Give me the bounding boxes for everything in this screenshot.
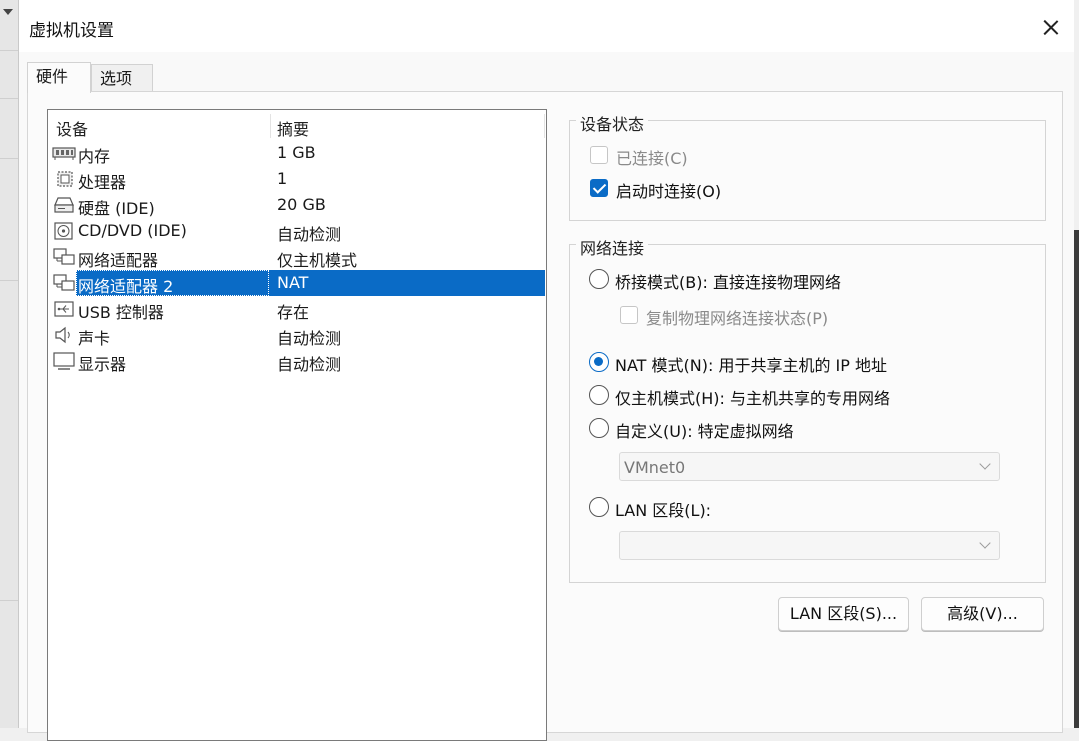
device-row-usb-controller[interactable]: USB 控制器 存在 [48, 296, 544, 322]
device-name: 网络适配器 [78, 251, 159, 270]
bridged-label: 桥接模式(B): 直接连接物理网络 [615, 273, 841, 292]
device-name: 处理器 [78, 173, 127, 192]
custom-radio[interactable] [589, 418, 609, 438]
column-header-device[interactable]: 设备 [56, 116, 88, 140]
custom-network-select[interactable]: VMnet0 [619, 452, 1000, 481]
divider [0, 98, 18, 99]
host-only-label: 仅主机模式(H): 与主机共享的专用网络 [615, 389, 890, 408]
device-summary: 自动检测 [277, 355, 342, 374]
memory-icon [52, 147, 76, 160]
host-only-radio[interactable] [589, 385, 609, 405]
lan-segment-select[interactable] [619, 531, 1000, 560]
advanced-button[interactable]: 高级(V)... [921, 597, 1044, 631]
custom-network-value: VMnet0 [624, 458, 686, 477]
divider [0, 50, 18, 51]
chevron-down-icon [979, 458, 991, 470]
vm-settings-dialog: 虚拟机设置 硬件 选项 设备 摘要 内存 1 GB 处理器 1 硬盘 (IDE)… [18, 0, 1074, 741]
device-name: 显示器 [78, 355, 127, 374]
cd-dvd-icon [54, 222, 73, 240]
lan-segments-button[interactable]: LAN 区段(S)... [778, 597, 909, 631]
connected-label: 已连接(C) [616, 149, 688, 168]
divider [0, 158, 18, 159]
device-summary: 仅主机模式 [277, 251, 358, 270]
processor-icon [57, 171, 73, 187]
network-adapter-icon [53, 248, 75, 265]
dialog-title: 虚拟机设置 [29, 21, 114, 41]
device-row-memory[interactable]: 内存 1 GB [48, 140, 544, 166]
background-app [0, 0, 18, 728]
device-name: 内存 [78, 147, 111, 166]
device-summary: 20 GB [277, 195, 326, 214]
network-adapter-icon [53, 274, 75, 291]
device-status-title: 设备状态 [576, 111, 649, 135]
device-summary: 存在 [277, 303, 310, 322]
lan-segment-radio[interactable] [589, 497, 609, 517]
device-row-hard-disk[interactable]: 硬盘 (IDE) 20 GB [48, 192, 544, 218]
tab-hardware[interactable]: 硬件 [27, 62, 91, 93]
custom-label: 自定义(U): 特定虚拟网络 [615, 422, 794, 441]
device-name: CD/DVD (IDE) [78, 221, 187, 240]
divider [0, 280, 18, 281]
monitor-icon [53, 352, 75, 370]
device-name: 硬盘 (IDE) [78, 199, 155, 218]
device-row-processor[interactable]: 处理器 1 [48, 166, 544, 192]
device-name: 网络适配器 2 [78, 277, 174, 296]
column-header-summary[interactable]: 摘要 [277, 116, 309, 140]
device-row-sound-card[interactable]: 声卡 自动检测 [48, 322, 544, 348]
column-divider [544, 114, 545, 138]
device-row-network-adapter[interactable]: 网络适配器 仅主机模式 [48, 244, 544, 270]
tab-options[interactable]: 选项 [91, 64, 153, 92]
lan-segment-label: LAN 区段(L): [615, 501, 712, 520]
bridged-radio[interactable] [589, 269, 609, 289]
device-summary: NAT [277, 273, 309, 292]
device-summary: 1 [277, 169, 288, 188]
speaker-icon [55, 326, 70, 344]
device-row-display[interactable]: 显示器 自动检测 [48, 348, 544, 374]
replicate-state-label: 复制物理网络连接状态(P) [646, 309, 829, 328]
title-bar: 虚拟机设置 [19, 0, 1074, 52]
device-summary: 1 GB [277, 143, 316, 162]
chevron-down-icon [979, 537, 991, 549]
network-connection-group: 网络连接 桥接模式(B): 直接连接物理网络 复制物理网络连接状态(P) NAT… [569, 235, 1046, 583]
network-connection-title: 网络连接 [576, 235, 649, 259]
connect-at-power-on-label: 启动时连接(O) [616, 182, 722, 201]
device-list-header: 设备 摘要 [48, 112, 545, 140]
dropdown-arrow-icon [3, 9, 13, 15]
connect-at-power-on-checkbox[interactable] [590, 179, 608, 197]
device-summary: 自动检测 [277, 225, 342, 244]
close-icon[interactable] [1028, 6, 1074, 48]
device-name: 声卡 [78, 329, 111, 348]
nat-radio[interactable] [589, 352, 609, 372]
divider [0, 600, 18, 601]
replicate-state-checkbox[interactable] [620, 306, 638, 324]
connected-checkbox[interactable] [590, 146, 608, 164]
usb-icon [54, 301, 74, 317]
device-list[interactable]: 设备 摘要 内存 1 GB 处理器 1 硬盘 (IDE) 20 GB CD/DV… [47, 109, 547, 741]
device-row-cd-dvd[interactable]: CD/DVD (IDE) 自动检测 [48, 218, 544, 244]
device-status-group: 设备状态 已连接(C) 启动时连接(O) [569, 111, 1046, 221]
hard-disk-icon [54, 197, 74, 213]
device-summary: 自动检测 [277, 329, 342, 348]
column-divider [270, 114, 271, 138]
nat-label: NAT 模式(N): 用于共享主机的 IP 地址 [615, 356, 888, 375]
device-row-network-adapter-2[interactable]: 网络适配器 2 NAT [48, 270, 545, 296]
device-name: USB 控制器 [78, 303, 164, 322]
